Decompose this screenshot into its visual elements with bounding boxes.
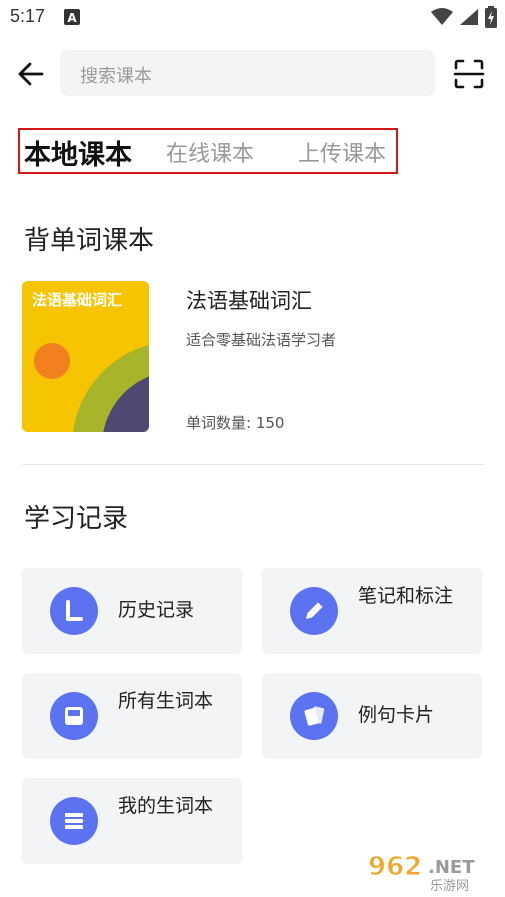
book-word-count: 单词数量: 150 (186, 414, 285, 432)
all-wordbooks-label: 所有生词本 (118, 690, 214, 712)
book-item[interactable]: 法语基础词汇 法语基础词汇 适合零基础法语学习者 单词数量: 150 (22, 281, 484, 433)
status-bar: 5:17 A (0, 0, 505, 34)
search-placeholder: 搜索课本 (80, 66, 152, 87)
arrow-left-icon (18, 62, 44, 86)
example-cards-label: 例句卡片 (358, 704, 435, 726)
svg-text:A: A (67, 11, 77, 25)
status-icons (431, 5, 497, 29)
svg-text:962: 962 (368, 852, 422, 882)
my-wordbook-label: 我的生词本 (118, 795, 214, 817)
tab-upload-books[interactable]: 上传课本 (298, 136, 386, 168)
status-time: 5:17 (10, 6, 46, 26)
cards-icon (290, 692, 338, 740)
example-cards-card[interactable]: 例句卡片 (262, 673, 482, 759)
divider (22, 464, 484, 465)
site-watermark: 962 .NET 乐游网 (364, 849, 502, 895)
book-title: 法语基础词汇 (186, 289, 312, 313)
section-title-vocab-books: 背单词课本 (24, 226, 155, 256)
notes-label: 笔记和标注 (358, 585, 454, 607)
battery-icon (485, 6, 497, 28)
wifi-icon (431, 8, 453, 25)
svg-text:乐游网: 乐游网 (430, 879, 469, 893)
history-icon (50, 587, 98, 635)
tab-local-books[interactable]: 本地课本 (24, 133, 132, 172)
tab-online-books[interactable]: 在线课本 (166, 136, 254, 168)
list-icon (50, 797, 98, 845)
search-input[interactable]: 搜索课本 (60, 50, 435, 96)
svg-text:.NET: .NET (428, 857, 475, 878)
book-description: 适合零基础法语学习者 (186, 331, 337, 349)
cover-title: 法语基础词汇 (32, 291, 123, 309)
all-wordbooks-card[interactable]: 所有生词本 (22, 673, 242, 759)
notification-a-icon: A (64, 9, 80, 25)
book-cover: 法语基础词汇 (22, 281, 149, 432)
top-bar: 搜索课本 (0, 48, 505, 100)
tab-bar: 本地课本 在线课本 上传课本 (18, 128, 398, 174)
history-card[interactable]: 历史记录 (22, 568, 242, 654)
notebook-icon (50, 692, 98, 740)
notes-card[interactable]: 笔记和标注 (262, 568, 482, 654)
history-label: 历史记录 (118, 599, 195, 621)
scan-icon (453, 59, 485, 89)
back-button[interactable] (14, 58, 48, 90)
signal-icon (460, 9, 478, 25)
section-title-study-records: 学习记录 (24, 504, 129, 534)
my-wordbook-card[interactable]: 我的生词本 (22, 778, 242, 864)
pencil-icon (290, 587, 338, 635)
scan-button[interactable] (452, 57, 488, 91)
